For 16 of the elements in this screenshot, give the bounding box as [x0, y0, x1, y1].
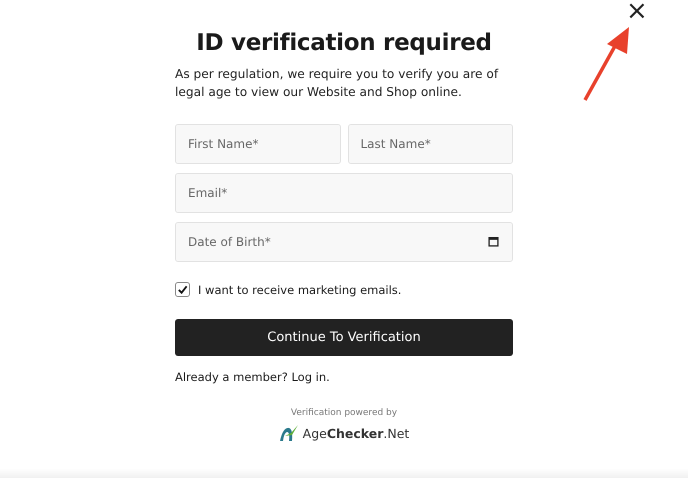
dialog-title: ID verification required — [195, 30, 493, 56]
input-field[interactable]: Last Name* — [348, 124, 513, 164]
close-button[interactable]: × — [626, 0, 648, 22]
login-prompt: Already a member? — [175, 370, 288, 384]
logo-icon — [278, 424, 299, 442]
intro-text: As per regulation, we require you to verify you are of legal age to view our Website and Shop online. — [175, 66, 500, 101]
calendar-icon[interactable] — [488, 236, 499, 247]
checkbox-label: I want to receive marketing emails. — [198, 282, 402, 296]
input-field[interactable]: Email* — [175, 173, 513, 213]
logo-text: AgeChecker.Net — [302, 426, 410, 440]
checkbox[interactable] — [175, 282, 190, 297]
login-link[interactable]: Log in. — [291, 370, 330, 384]
date-field[interactable]: Date of Birth* — [175, 222, 513, 262]
continue-button[interactable]: Continue To Verification — [175, 319, 513, 356]
powered-by-text: Verification powered by — [290, 408, 398, 418]
input-field[interactable]: First Name* — [175, 124, 340, 164]
